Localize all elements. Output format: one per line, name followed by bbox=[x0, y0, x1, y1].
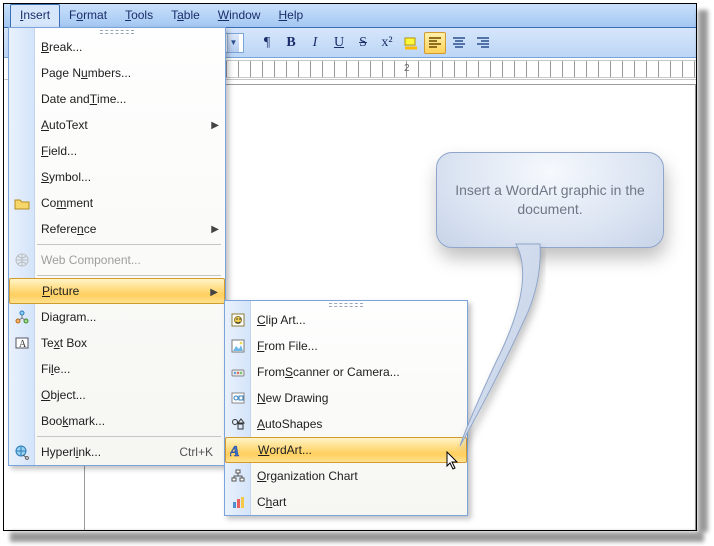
menu-item-field[interactable]: Field... bbox=[9, 138, 225, 164]
align-right-button[interactable] bbox=[472, 32, 494, 54]
autoshapes-icon bbox=[229, 415, 247, 433]
menu-table[interactable]: Table bbox=[162, 4, 209, 27]
superscript-button[interactable]: x² bbox=[376, 32, 398, 54]
menu-item-autoshapes[interactable]: AutoShapes bbox=[225, 411, 467, 437]
svg-text:A: A bbox=[230, 443, 242, 460]
new-drawing-icon bbox=[229, 389, 247, 407]
menu-item-wordart[interactable]: A WordArt... bbox=[225, 437, 467, 463]
menu-item-object[interactable]: Object... bbox=[9, 382, 225, 408]
menu-item-web-component: Web Component... bbox=[9, 247, 225, 273]
strike-button[interactable]: S bbox=[352, 32, 374, 54]
pilcrow-button[interactable]: ¶ bbox=[256, 32, 278, 54]
menu-item-from-scanner[interactable]: From Scanner or Camera... bbox=[225, 359, 467, 385]
globe-link-icon bbox=[13, 443, 31, 461]
bold-button[interactable]: B bbox=[280, 32, 302, 54]
globe-icon bbox=[13, 251, 31, 269]
menu-tools[interactable]: Tools bbox=[116, 4, 162, 27]
insert-dropdown-menu: Break... Page Numbers... Date and Time..… bbox=[8, 27, 226, 466]
menu-item-reference[interactable]: Reference▶ bbox=[9, 216, 225, 242]
menu-item-new-drawing[interactable]: New Drawing bbox=[225, 385, 467, 411]
highlight-color-button[interactable] bbox=[400, 32, 422, 54]
submenu-arrow-icon: ▶ bbox=[210, 287, 218, 298]
menu-item-file[interactable]: File... bbox=[9, 356, 225, 382]
chevron-down-icon[interactable]: ▼ bbox=[227, 34, 239, 52]
ruler-number: 2 bbox=[404, 63, 410, 74]
menu-insert[interactable]: Insert bbox=[10, 4, 60, 27]
image-file-icon bbox=[229, 337, 247, 355]
align-center-button[interactable] bbox=[448, 32, 470, 54]
menu-item-textbox[interactable]: A Text Box bbox=[9, 330, 225, 356]
clipart-icon bbox=[229, 311, 247, 329]
menu-item-hyperlink[interactable]: Hyperlink... Ctrl+K bbox=[9, 439, 225, 465]
menu-item-picture[interactable]: Picture▶ bbox=[9, 278, 225, 304]
menu-item-comment[interactable]: Comment bbox=[9, 190, 225, 216]
menu-help[interactable]: Help bbox=[269, 4, 312, 27]
menu-item-bookmark[interactable]: Bookmark... bbox=[9, 408, 225, 434]
menu-bar: Insert Format Tools Table Window Help bbox=[4, 4, 696, 28]
orgchart-icon bbox=[229, 467, 247, 485]
underline-button[interactable]: U bbox=[328, 32, 350, 54]
menu-item-autotext[interactable]: AutoText▶ bbox=[9, 112, 225, 138]
menu-item-symbol[interactable]: Symbol... bbox=[9, 164, 225, 190]
menu-format[interactable]: Format bbox=[60, 4, 116, 27]
italic-button[interactable]: I bbox=[304, 32, 326, 54]
menu-item-clipart[interactable]: Clip Art... bbox=[225, 307, 467, 333]
menu-item-org-chart[interactable]: Organization Chart bbox=[225, 463, 467, 489]
wordart-icon: A bbox=[230, 442, 248, 460]
scanner-icon bbox=[229, 363, 247, 381]
textbox-icon: A bbox=[13, 334, 31, 352]
submenu-arrow-icon: ▶ bbox=[211, 120, 219, 131]
menu-item-from-file[interactable]: From File... bbox=[225, 333, 467, 359]
align-left-button[interactable] bbox=[424, 32, 446, 54]
picture-submenu: Clip Art... From File... From Scanner or… bbox=[224, 300, 468, 516]
tooltip-callout: Insert a WordArt graphic in the document… bbox=[436, 152, 664, 248]
menu-item-page-numbers[interactable]: Page Numbers... bbox=[9, 60, 225, 86]
tooltip-text: Insert a WordArt graphic in the document… bbox=[455, 181, 645, 219]
diagram-icon bbox=[13, 308, 31, 326]
menu-item-chart[interactable]: Chart bbox=[225, 489, 467, 515]
submenu-arrow-icon: ▶ bbox=[211, 224, 219, 235]
chart-icon bbox=[229, 493, 247, 511]
folder-icon bbox=[13, 194, 31, 212]
menu-item-date-time[interactable]: Date and Time... bbox=[9, 86, 225, 112]
menu-window[interactable]: Window bbox=[209, 4, 270, 27]
menu-item-break[interactable]: Break... bbox=[9, 34, 225, 60]
shortcut-label: Ctrl+K bbox=[179, 445, 213, 459]
svg-text:A: A bbox=[19, 339, 27, 350]
menu-item-diagram[interactable]: Diagram... bbox=[9, 304, 225, 330]
